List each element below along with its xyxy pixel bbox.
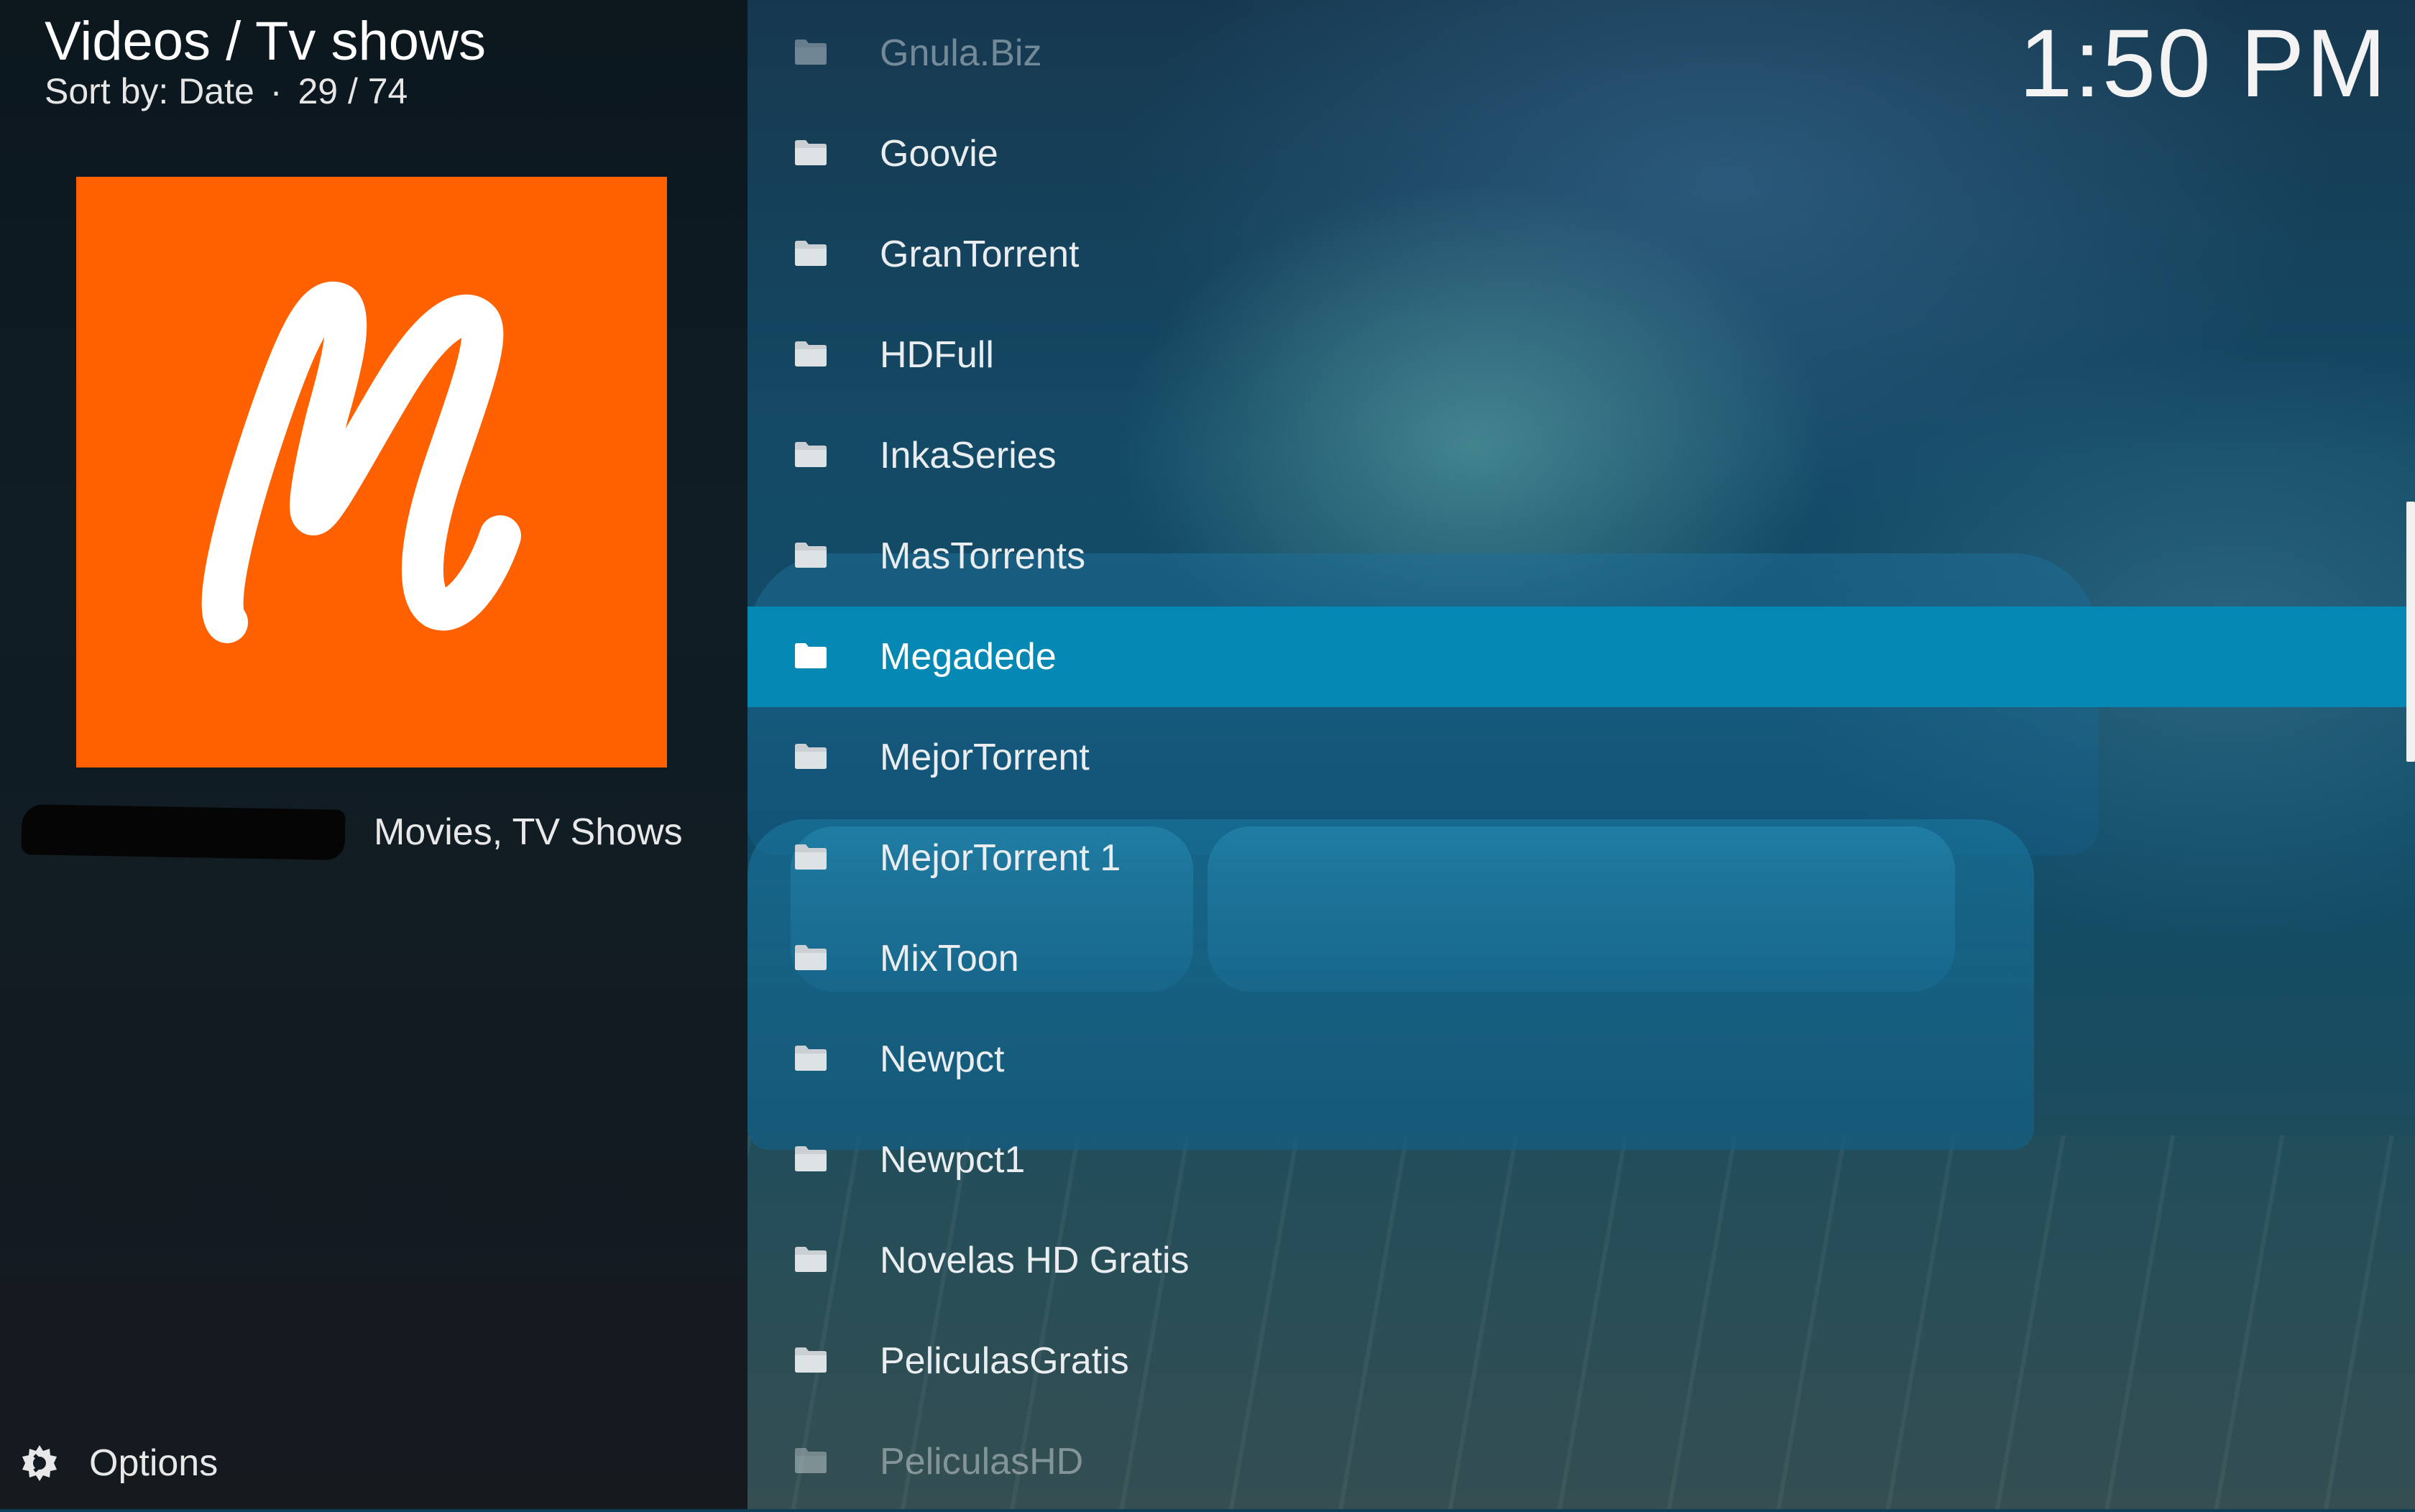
page-title: Videos / Tv shows bbox=[45, 11, 486, 72]
item-position: 29 / 74 bbox=[298, 71, 408, 111]
list-item-label: Goovie bbox=[880, 133, 998, 175]
genre-text: Movies, TV Shows bbox=[374, 811, 683, 853]
list-item-label: PeliculasGratis bbox=[880, 1340, 1129, 1382]
folder-icon bbox=[795, 1046, 827, 1071]
list-item-label: MixToon bbox=[880, 938, 1019, 979]
list-item[interactable]: InkaSeries bbox=[748, 405, 2415, 506]
list-item-label: MasTorrents bbox=[880, 535, 1086, 577]
list-item-label: HDFull bbox=[880, 334, 994, 376]
addon-thumbnail: M bbox=[76, 177, 667, 767]
list-item-label: Gnula.Biz bbox=[880, 32, 1042, 74]
list-item[interactable]: MejorTorrent 1 bbox=[748, 808, 2415, 908]
sort-label: Sort by: Date bbox=[45, 71, 254, 111]
folder-icon bbox=[795, 40, 827, 65]
list-scrollbar[interactable] bbox=[2406, 502, 2415, 762]
list-item-label: GranTorrent bbox=[880, 234, 1080, 275]
list-item[interactable]: Newpct bbox=[748, 1009, 2415, 1110]
list-item[interactable]: Megadede bbox=[748, 607, 2415, 707]
megadede-logo-icon: M bbox=[76, 177, 521, 643]
list-item-label: Newpct bbox=[880, 1038, 1005, 1080]
list-item-label: Novelas HD Gratis bbox=[880, 1240, 1190, 1281]
list-item-label: Newpct1 bbox=[880, 1139, 1026, 1181]
folder-icon bbox=[795, 442, 827, 467]
list-item[interactable]: GranTorrent bbox=[748, 204, 2415, 305]
list-item[interactable]: PeliculasGratis bbox=[748, 1311, 2415, 1411]
options-button[interactable]: Options bbox=[17, 1434, 218, 1492]
list-item[interactable]: MixToon bbox=[748, 908, 2415, 1009]
info-panel: Videos / Tv shows Sort by: Date · 29 / 74 … bbox=[0, 0, 748, 1509]
list-item-label: PeliculasHD bbox=[880, 1441, 1084, 1483]
list-item[interactable]: PeliculasHD bbox=[748, 1411, 2415, 1512]
thumbnail-letter: M bbox=[76, 177, 77, 178]
options-label: Options bbox=[89, 1442, 218, 1484]
list-item[interactable]: MejorTorrent bbox=[748, 707, 2415, 808]
folder-icon bbox=[795, 1247, 827, 1272]
list-item-label: InkaSeries bbox=[880, 435, 1057, 476]
folder-icon bbox=[795, 1347, 827, 1373]
clock: 1:50 PM bbox=[2018, 10, 2388, 117]
folder-icon bbox=[795, 140, 827, 165]
list-item[interactable]: MasTorrents bbox=[748, 506, 2415, 607]
folder-icon bbox=[795, 543, 827, 568]
folder-icon bbox=[795, 844, 827, 870]
separator-dot: · bbox=[270, 71, 282, 111]
folder-icon bbox=[795, 1448, 827, 1473]
list-item-label: MejorTorrent 1 bbox=[880, 837, 1121, 879]
options-gear-icon bbox=[22, 1445, 57, 1481]
redacted-label bbox=[21, 804, 346, 860]
list-item[interactable]: HDFull bbox=[748, 305, 2415, 405]
addon-list: Gnula.Biz Goovie GranTorrent HDFull InkaSeri… bbox=[748, 0, 2415, 1509]
folder-icon bbox=[795, 341, 827, 367]
genre-row: Movies, TV Shows bbox=[21, 803, 683, 861]
folder-icon bbox=[795, 643, 827, 668]
list-item[interactable]: Newpct1 bbox=[748, 1110, 2415, 1210]
folder-icon bbox=[795, 744, 827, 769]
folder-icon bbox=[795, 945, 827, 970]
sort-info: Sort by: Date · 29 / 74 bbox=[45, 70, 408, 112]
list-item-label: Megadede bbox=[880, 636, 1057, 678]
list-item[interactable]: Novelas HD Gratis bbox=[748, 1210, 2415, 1311]
folder-icon bbox=[795, 241, 827, 266]
list-item-label: MejorTorrent bbox=[880, 737, 1090, 778]
folder-icon bbox=[795, 1146, 827, 1171]
list-item[interactable]: Goovie bbox=[748, 103, 2415, 204]
